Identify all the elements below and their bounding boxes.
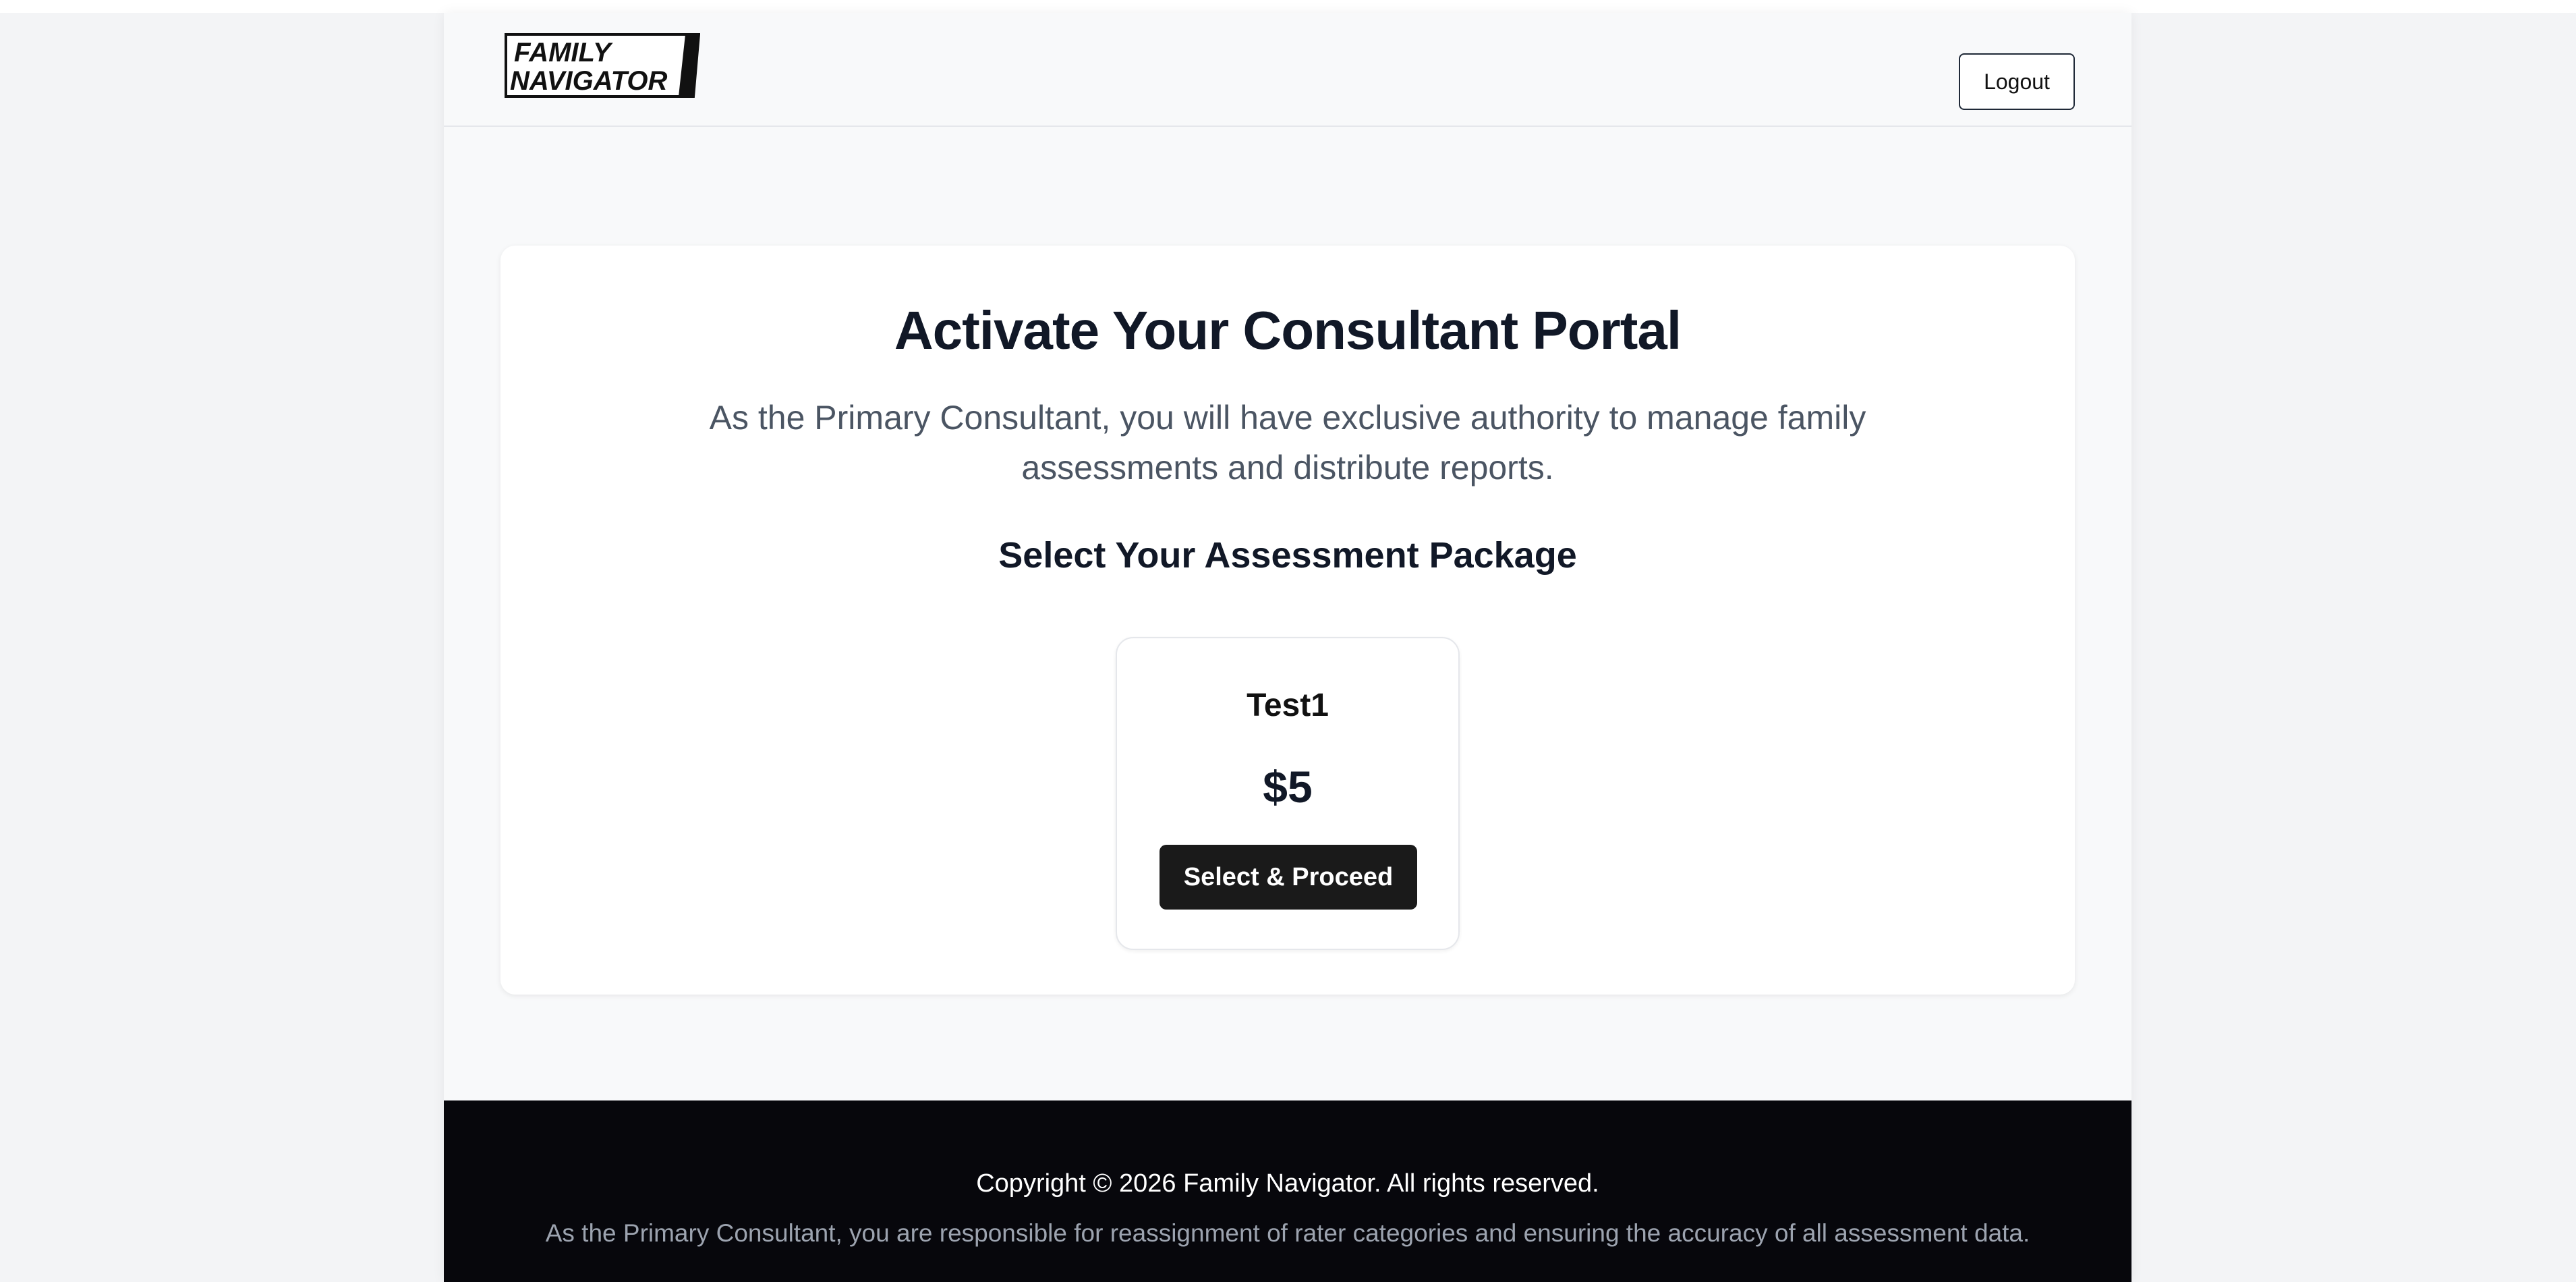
browser-top-strip <box>0 0 2576 13</box>
page-footer: Copyright © 2026 Family Navigator. All r… <box>444 1100 2131 1282</box>
package-name: Test1 <box>1247 688 1329 723</box>
logo-mark: FAMILY NAVIGATOR <box>505 33 700 98</box>
footer-copyright: Copyright © 2026 Family Navigator. All r… <box>976 1169 1599 1198</box>
app-container: FAMILY NAVIGATOR Logout Activate Your Co… <box>444 13 2131 1282</box>
logout-button[interactable]: Logout <box>1959 53 2075 110</box>
activation-card: Activate Your Consultant Portal As the P… <box>500 246 2075 995</box>
page-subtitle: As the Primary Consultant, you will have… <box>709 399 1866 486</box>
footer-note: As the Primary Consultant, you are respo… <box>545 1219 2030 1247</box>
package-section-title: Select Your Assessment Package <box>998 535 1577 576</box>
page-header: FAMILY NAVIGATOR Logout <box>444 13 2131 127</box>
package-price: $5 <box>1263 762 1313 812</box>
package-card: Test1 $5 Select & Proceed <box>1116 637 1460 950</box>
logo-line-1: FAMILY <box>514 38 613 67</box>
page-title: Activate Your Consultant Portal <box>894 300 1682 360</box>
logo-line-2: NAVIGATOR <box>510 66 667 96</box>
select-proceed-button[interactable]: Select & Proceed <box>1160 845 1417 910</box>
family-navigator-logo[interactable]: FAMILY NAVIGATOR <box>505 33 700 98</box>
